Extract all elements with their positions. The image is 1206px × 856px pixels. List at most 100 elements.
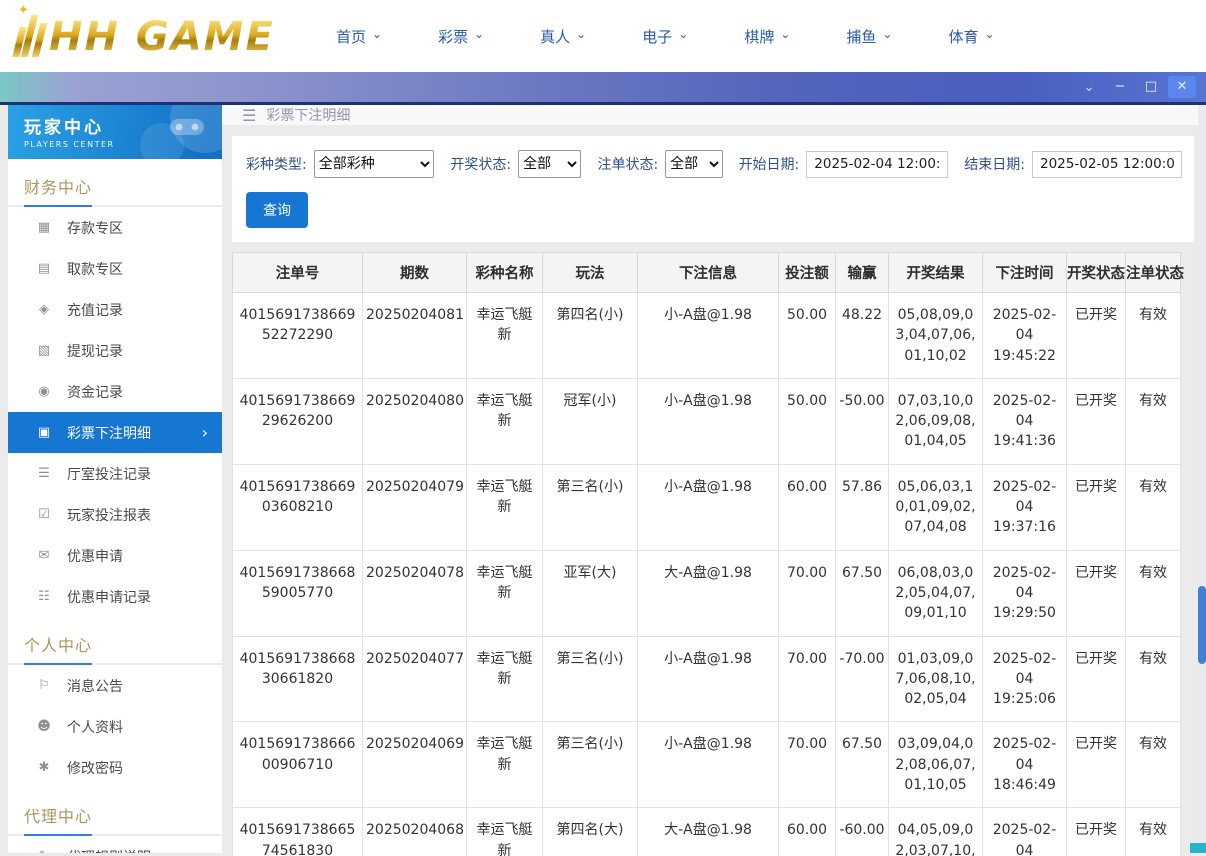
start-date-label: 开始日期: (739, 154, 800, 174)
filter-row: 彩种类型: 全部彩种 开奖状态: 全部 注单状态: 全部 开始日期: 结束日期: (246, 150, 1182, 178)
sidebar-item[interactable]: ▤取款专区 (8, 248, 222, 289)
column-header: 下注信息 (638, 253, 779, 293)
sidebar-item-label: 存款专区 (67, 218, 123, 238)
sidebar-item[interactable]: ✉ 优惠申请 (8, 535, 222, 576)
table-row: 40156917386690360821020250204079幸运飞艇新第三名… (233, 464, 1181, 550)
nav-item-slots[interactable]: 电子 ⌄ (642, 26, 688, 47)
sidebar-item[interactable]: ☑玩家投注报表 (8, 494, 222, 535)
sidebar-item[interactable]: ◉资金记录 (8, 371, 222, 412)
table-cell: 03,09,04,02,08,06,07,01,10,05 (889, 722, 983, 808)
table-cell: 67.50 (836, 550, 889, 636)
sidebar-item[interactable]: ◈充值记录 (8, 289, 222, 330)
table-cell: 有效 (1126, 378, 1181, 464)
window-menu-button[interactable]: ⌄ (1075, 76, 1103, 98)
table-cell: 第四名(大) (543, 808, 638, 856)
scroll-corner (1190, 843, 1206, 853)
logo-stripes-icon (16, 15, 43, 57)
agent-rules-icon: ✎ (36, 849, 52, 853)
lottery-type-label: 彩种类型: (246, 154, 307, 174)
table-cell: 2025-02-04 19:29:50 (983, 550, 1067, 636)
sidebar-item[interactable]: ▣彩票下注明细› (8, 412, 222, 453)
nav-item-fishing[interactable]: 捕鱼⌄ (846, 26, 892, 47)
table-cell: 幸运飞艇新 (467, 636, 543, 722)
end-date-input[interactable] (1032, 151, 1182, 178)
nav-item-label: 真人 (540, 26, 570, 47)
table-cell: 已开奖 (1067, 808, 1126, 856)
nav-item-label: 首页 (336, 26, 366, 47)
sidebar-item-label: 优惠申请 (67, 546, 123, 566)
nav-item-label: 捕鱼 (846, 26, 876, 47)
sidebar-subtitle: PLAYERS CENTER (24, 140, 222, 149)
promo-apply-icon: ✉ (36, 548, 52, 563)
table-cell: 401569173866929626200 (233, 378, 363, 464)
sidebar-item-label: 资金记录 (67, 382, 123, 402)
nav-item-live[interactable]: 真人⌄ (540, 26, 586, 47)
table-cell: 已开奖 (1067, 722, 1126, 808)
table-cell: 50.00 (779, 293, 836, 379)
sidebar-section-title: 财务中心 (8, 159, 222, 207)
table-cell: 60.00 (779, 464, 836, 550)
end-date-label: 结束日期: (964, 154, 1025, 174)
search-button[interactable]: 查询 (246, 192, 308, 228)
table-cell: 有效 (1126, 808, 1181, 856)
filter-panel: 彩种类型: 全部彩种 开奖状态: 全部 注单状态: 全部 开始日期: 结束日期:… (232, 136, 1194, 242)
table-cell: 60.00 (779, 808, 836, 856)
table-cell: 第三名(小) (543, 636, 638, 722)
sidebar-section-title-text: 财务中心 (24, 174, 92, 207)
table-cell: 第三名(小) (543, 722, 638, 808)
promo-record-icon: ☷ (36, 589, 52, 604)
table-cell: 小-A盘@1.98 (638, 464, 779, 550)
sidebar-item[interactable]: ☰厅室投注记录 (8, 453, 222, 494)
table-cell: 幸运飞艇新 (467, 464, 543, 550)
table-cell: -50.00 (836, 378, 889, 464)
nav-item-home[interactable]: 首页⌄ (336, 26, 382, 47)
sidebar-item[interactable]: ☷ 优惠申请记录 (8, 576, 222, 617)
column-header: 开奖结果 (889, 253, 983, 293)
sidebar-item[interactable]: ☻个人资料 (8, 706, 222, 747)
sidebar-item[interactable]: ▧提现记录 (8, 330, 222, 371)
table-cell: 2025-02-04 19:37:16 (983, 464, 1067, 550)
gamepad-icon (166, 113, 208, 139)
nav-item-sports[interactable]: 体育⌄ (948, 26, 994, 47)
order-status-select[interactable]: 全部 (665, 150, 722, 178)
sidebar-item[interactable]: ⚐消息公告 (8, 665, 222, 706)
recharge-record-icon: ◈ (36, 302, 52, 317)
lottery-bets-icon: ▣ (36, 425, 52, 440)
logo: ✦ HH GAME (16, 15, 286, 57)
breadcrumb: 彩票下注明细 (266, 105, 350, 125)
nav-item-cards[interactable]: 棋牌⌄ (744, 26, 790, 47)
sidebar-item[interactable]: ✎ 代理规则说明 (8, 836, 222, 853)
sidebar-item-label: 优惠申请记录 (67, 587, 151, 607)
scrollbar-thumb[interactable] (1198, 586, 1206, 664)
chevron-down-icon: ⌄ (678, 27, 688, 41)
lottery-type-select[interactable]: 全部彩种 (314, 150, 435, 178)
sidebar-item[interactable]: ▦存款专区 (8, 207, 222, 248)
maximize-button[interactable]: □ (1137, 76, 1165, 98)
logo-text: HH GAME (49, 17, 275, 57)
nav-item-lottery[interactable]: 彩票⌄ (438, 26, 484, 47)
table-cell: 04,05,09,02,03,07,10,06,01,08 (889, 808, 983, 856)
sidebar-item[interactable]: ✱修改密码 (8, 747, 222, 788)
nav-item-label: 电子 (642, 26, 672, 47)
table-cell: 已开奖 (1067, 550, 1126, 636)
table-row: 40156917386695227229020250204081幸运飞艇新第四名… (233, 293, 1181, 379)
close-button[interactable]: ✕ (1168, 76, 1196, 98)
minimize-button[interactable]: − (1106, 76, 1134, 98)
table-cell: 2025-02-04 18:42:25 (983, 808, 1067, 856)
draw-status-select[interactable]: 全部 (518, 150, 581, 178)
sidebar-section-title-text: 个人中心 (24, 632, 92, 665)
scrollbar[interactable] (1198, 105, 1206, 853)
order-status-label: 注单状态: (597, 154, 658, 174)
nav-item-label: 彩票 (438, 26, 468, 47)
sidebar-section-title: 个人中心 (8, 617, 222, 665)
table-cell: 20250204079 (363, 464, 467, 550)
start-date-input[interactable] (806, 151, 948, 178)
table-cell: 2025-02-04 19:45:22 (983, 293, 1067, 379)
table-cell: 有效 (1126, 636, 1181, 722)
sidebar-item-label: 代理规则说明 (67, 847, 151, 854)
hamburger-icon[interactable]: ☰ (242, 106, 256, 125)
table-cell: 401569173866574561830 (233, 808, 363, 856)
table-cell: 幸运飞艇新 (467, 550, 543, 636)
draw-status-label: 开奖状态: (450, 154, 511, 174)
column-header: 注单号 (233, 253, 363, 293)
